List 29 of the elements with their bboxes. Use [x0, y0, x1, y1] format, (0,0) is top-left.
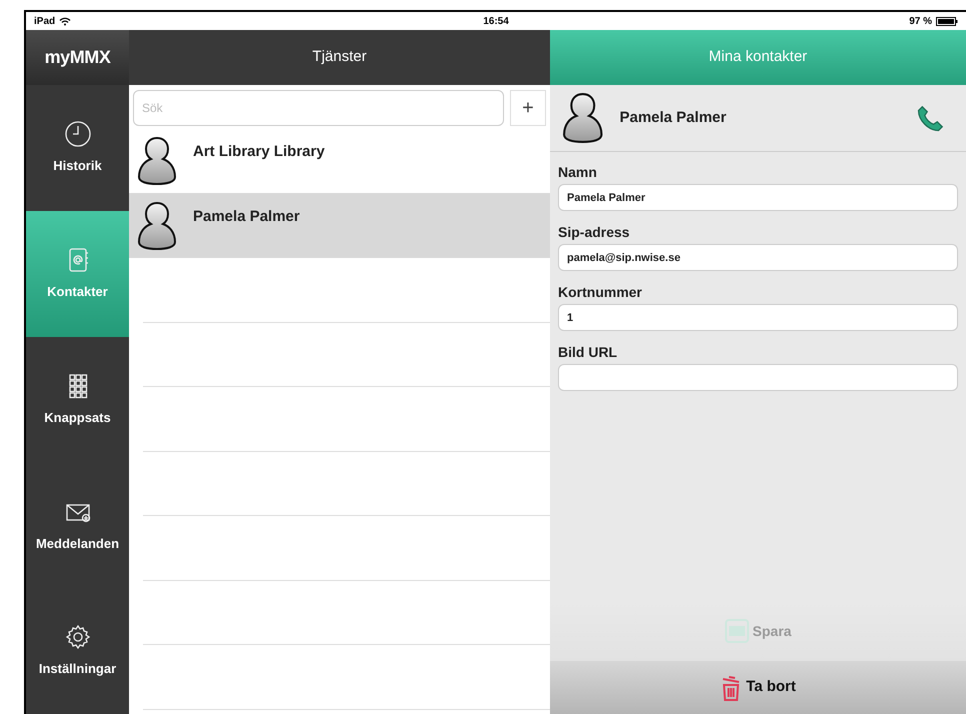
- battery-percent: 97 %: [909, 14, 932, 28]
- text-field[interactable]: Pamela Palmer: [558, 184, 958, 211]
- wifi-icon: [59, 16, 72, 26]
- person-silhouette-icon: [137, 200, 177, 250]
- field-label: Sip-adress: [558, 223, 631, 242]
- delete-button[interactable]: Ta bort: [550, 661, 966, 714]
- field-label: Bild URL: [558, 343, 618, 362]
- field-label: Namn: [558, 163, 598, 182]
- phone-icon[interactable]: [916, 103, 946, 133]
- text-field[interactable]: pamela@sip.nwise.se: [558, 244, 958, 271]
- settings-icon: [64, 623, 92, 652]
- contact-name: Pamela Palmer: [193, 207, 300, 228]
- battery-icon: [936, 16, 958, 26]
- person-silhouette-icon: [137, 136, 177, 186]
- text-field[interactable]: 1: [558, 304, 958, 331]
- detail-title: Mina kontakter: [708, 47, 808, 68]
- contact-row[interactable]: Pamela Palmer: [129, 193, 550, 258]
- clock-time: 16:54: [482, 14, 510, 28]
- contact-name: Pamela Palmer: [620, 108, 728, 128]
- add-button[interactable]: +: [510, 90, 546, 126]
- text-field[interactable]: [558, 364, 958, 391]
- field-label: Kortnummer: [558, 283, 644, 302]
- clock-icon: [64, 120, 92, 148]
- search-field[interactable]: Sök: [133, 90, 504, 126]
- logo: myMMX: [26, 30, 129, 85]
- list-title: Tjänster: [312, 47, 367, 68]
- device-name: iPad: [34, 14, 56, 28]
- contact-name: Art Library Library: [193, 142, 325, 162]
- person-silhouette-icon: [562, 92, 604, 144]
